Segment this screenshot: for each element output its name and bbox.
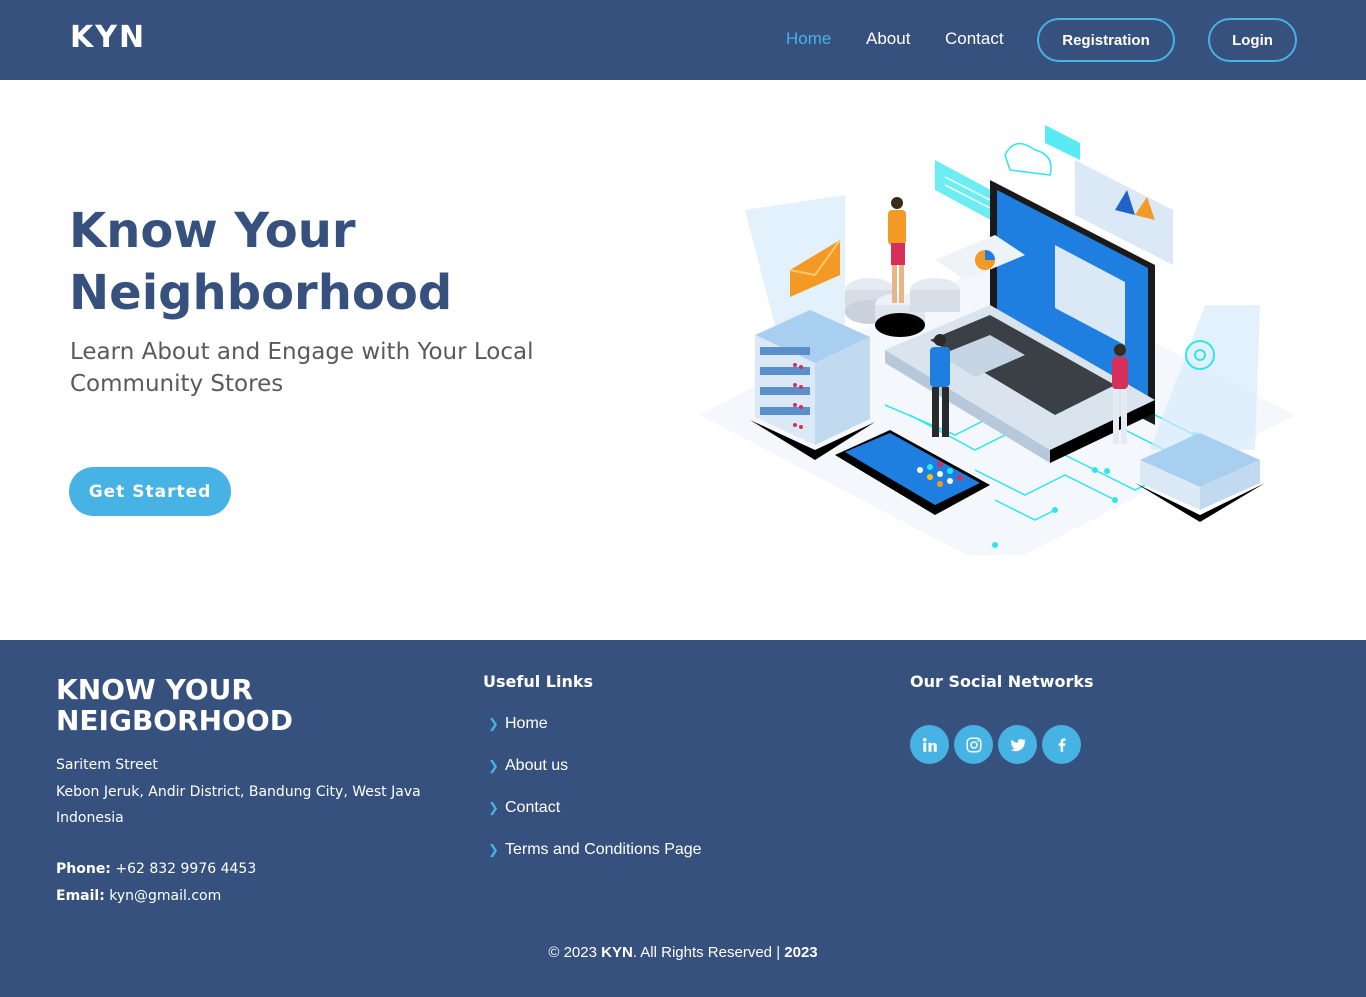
linkedin-icon[interactable] — [910, 725, 949, 764]
footer-link-home[interactable]: ❯ Home — [488, 715, 702, 757]
login-button[interactable]: Login — [1208, 18, 1297, 62]
useful-links-heading: Useful Links — [483, 672, 594, 691]
social-links — [910, 725, 1081, 764]
email-address: kyn@gmail.com — [109, 887, 222, 904]
logo[interactable]: KYN — [70, 20, 146, 55]
footer-link-label: Home — [505, 715, 548, 732]
registration-button[interactable]: Registration — [1037, 18, 1175, 62]
chevron-right-icon: ❯ — [488, 800, 499, 815]
chevron-right-icon: ❯ — [488, 716, 499, 731]
address-line-3: Indonesia — [56, 810, 124, 826]
hero-illustration — [700, 125, 1295, 555]
copyright-year: 2023 — [784, 944, 818, 961]
chevron-right-icon: ❯ — [488, 758, 499, 773]
copyright-brand: KYN — [601, 944, 633, 961]
copyright-separator: | — [776, 944, 781, 961]
get-started-button[interactable]: Get Started — [69, 467, 231, 516]
instagram-icon[interactable] — [954, 725, 993, 764]
nav-home-link[interactable]: Home — [786, 29, 831, 49]
site-header: KYN Home About Contact Registration Logi… — [0, 0, 1366, 80]
social-networks-heading: Our Social Networks — [910, 672, 1094, 691]
footer-link-contact[interactable]: ❯ Contact — [488, 799, 702, 841]
address-line-1: Saritem Street — [56, 757, 158, 773]
phone-row: Phone: +62 832 9976 4453 — [56, 856, 256, 883]
address-line-2: Kebon Jeruk, Andir District, Bandung Cit… — [56, 783, 421, 800]
footer-link-label: Contact — [505, 799, 561, 816]
hero-subtitle: Learn About and Engage with Your Local C… — [70, 339, 534, 397]
phone-number: +62 832 9976 4453 — [115, 861, 257, 877]
hero-title: Know Your Neighborhood — [69, 203, 453, 321]
footer-link-terms[interactable]: ❯ Terms and Conditions Page — [488, 841, 702, 883]
twitter-icon[interactable] — [998, 725, 1037, 764]
nav-about-link[interactable]: About — [866, 29, 910, 49]
copyright-suffix: . All Rights Reserved — [632, 944, 773, 961]
footer-contact: Phone: +62 832 9976 4453 Email: kyn@gmai… — [56, 856, 256, 909]
copyright-prefix: © 2023 — [548, 944, 597, 961]
email-label: Email: — [56, 887, 105, 904]
email-row: Email: kyn@gmail.com — [56, 883, 256, 910]
nav-contact-link[interactable]: Contact — [945, 29, 1004, 49]
useful-links-list: ❯ Home ❯ About us ❯ Contact ❯ Terms and Cond… — [488, 715, 702, 883]
facebook-icon[interactable] — [1042, 725, 1081, 764]
footer-link-about[interactable]: ❯ About us — [488, 757, 702, 799]
chevron-right-icon: ❯ — [488, 842, 499, 857]
copyright: © 2023 KYN. All Rights Reserved | 2023 — [0, 944, 1366, 961]
footer-link-label: About us — [505, 757, 569, 774]
site-footer: KNOW YOUR NEIGBORHOOD Saritem Street Keb… — [0, 640, 1366, 997]
footer-brand: KNOW YOUR NEIGBORHOOD — [56, 673, 293, 737]
phone-label: Phone: — [56, 861, 111, 877]
footer-address: Saritem Street Kebon Jeruk, Andir Distri… — [56, 752, 421, 832]
footer-link-label: Terms and Conditions Page — [505, 841, 702, 858]
